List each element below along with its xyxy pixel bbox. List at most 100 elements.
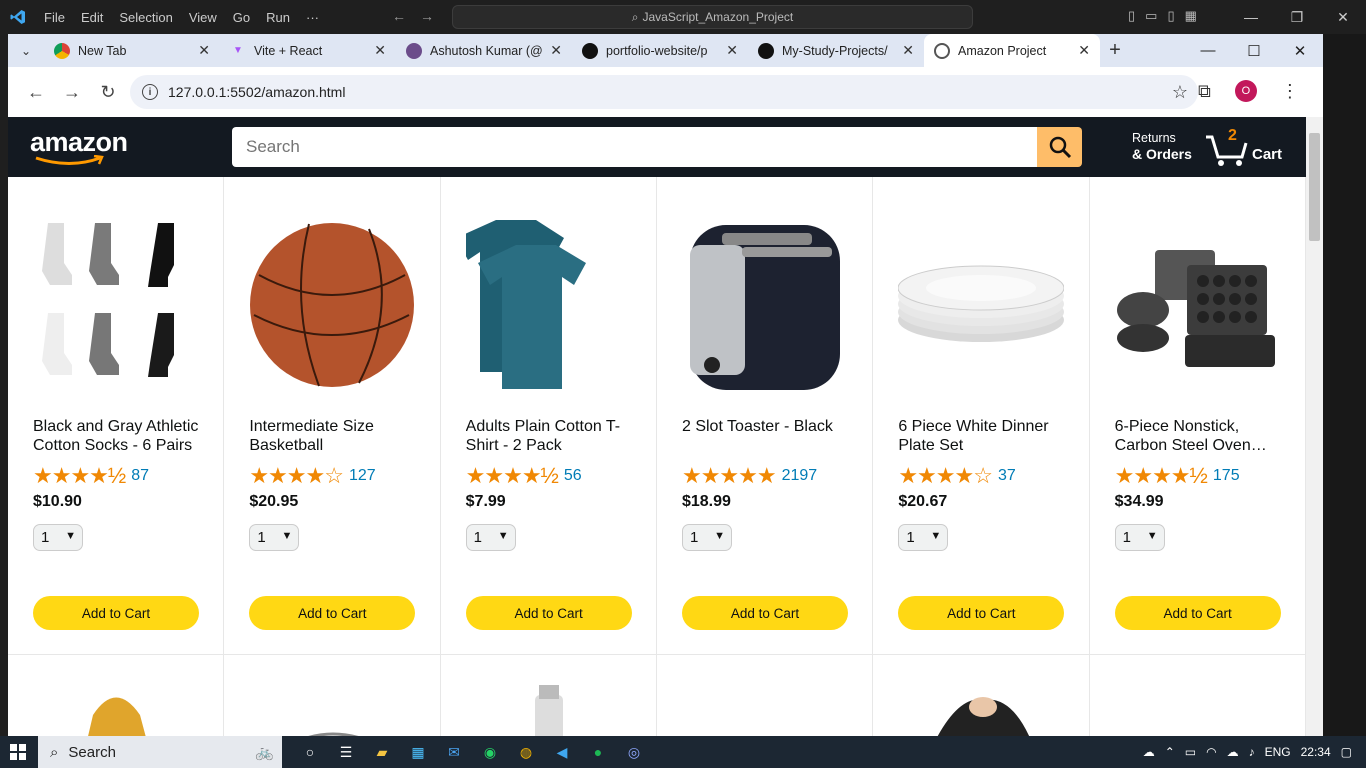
clock[interactable]: 22:34 [1301,745,1331,759]
maximize-icon[interactable]: ☐ [1231,34,1277,67]
menu-edit[interactable]: Edit [73,10,111,25]
menu-more[interactable]: ··· [298,10,327,25]
customize-layout-icon[interactable]: ▦ [1185,8,1197,24]
close-tab-icon[interactable]: ✕ [550,42,562,59]
tab-amazon-project[interactable]: Amazon Project ✕ [924,34,1100,67]
menu-run[interactable]: Run [258,10,298,25]
minimize-icon[interactable]: — [1185,34,1231,67]
bookmark-star-icon[interactable]: ☆ [1172,82,1188,103]
product-name[interactable]: 2 Slot Toaster - Black [682,417,852,436]
tab-portfolio[interactable]: portfolio-website/p ✕ [572,34,748,67]
globe-icon [934,42,950,59]
add-to-cart-button[interactable]: Add to Cart [33,596,199,630]
rating-count[interactable]: 37 [998,467,1016,485]
site-info-icon[interactable]: i [142,84,158,100]
address-bar[interactable]: i 127.0.0.1:5502/amazon.html ☆ [130,75,1198,109]
taskbar-search[interactable]: ⌕ Search 🚲 [38,736,282,768]
task-view-icon[interactable]: ○ [300,742,320,762]
toggle-panel-icon[interactable]: ▭ [1145,8,1157,24]
rating-count[interactable]: 87 [131,467,149,485]
add-to-cart-button[interactable]: Add to Cart [681,596,848,630]
rating-count[interactable]: 127 [349,467,376,485]
browser-toolbar: ← → ↻ i 127.0.0.1:5502/amazon.html ☆ ⧉ O… [8,67,1323,117]
menu-go[interactable]: Go [225,10,258,25]
spotify-icon[interactable]: ● [588,742,608,762]
product-name[interactable]: 6-Piece Nonstick, Carbon Steel Oven… [1115,417,1285,455]
chrome-icon[interactable]: ◍ [516,742,536,762]
extensions-puzzle-icon[interactable]: ⧉ [1198,81,1211,102]
menu-file[interactable]: File [36,10,73,25]
rating-count[interactable]: 175 [1213,467,1240,485]
quantity-select[interactable]: 1 ▼ [33,524,83,551]
volume-icon[interactable]: ♪ [1249,745,1255,759]
rating-count[interactable]: 2197 [782,467,818,485]
notification-icon[interactable]: ▢ [1341,745,1352,759]
onedrive-icon[interactable]: ☁ [1227,745,1239,759]
microsoft-store-icon[interactable]: ▦ [408,742,428,762]
add-to-cart-button[interactable]: Add to Cart [1114,596,1281,630]
app-icon[interactable]: ◎ [624,742,644,762]
close-tab-icon[interactable]: ✕ [726,42,738,59]
search-button[interactable] [1037,127,1082,167]
vscode-icon[interactable]: ◀ [552,742,572,762]
add-to-cart-button[interactable]: Add to Cart [249,596,416,630]
product-name[interactable]: Adults Plain Cotton T-Shirt - 2 Pack [466,417,636,455]
tab-search-chevron-icon[interactable]: ⌄ [8,34,44,67]
menu-selection[interactable]: Selection [111,10,180,25]
add-to-cart-button[interactable]: Add to Cart [465,596,632,630]
toggle-sidebar-icon[interactable]: ▯ [1128,8,1135,24]
back-icon[interactable]: ← [18,82,54,103]
new-tab-plus-icon[interactable]: + [1100,39,1130,62]
tab-new-tab[interactable]: New Tab ✕ [44,34,220,67]
quantity-select[interactable]: 1 ▼ [1114,524,1165,551]
rating-count[interactable]: 56 [564,467,582,485]
restore-icon[interactable]: ❐ [1274,0,1320,34]
tab-title: Amazon Project [958,43,1047,58]
language-indicator[interactable]: ENG [1265,745,1291,759]
profile-avatar[interactable]: O [1234,80,1257,102]
widgets-icon[interactable]: ☰ [336,742,356,762]
add-to-cart-button[interactable]: Add to Cart [898,596,1065,630]
file-explorer-icon[interactable]: ▰ [372,742,392,762]
quantity-select[interactable]: 1 ▼ [465,524,516,551]
battery-icon[interactable]: ▭ [1185,745,1196,759]
quantity-select[interactable]: 1 ▼ [249,524,300,551]
mail-icon[interactable]: ✉ [444,742,464,762]
forward-icon[interactable]: → [54,82,90,103]
more-menu-icon[interactable]: ⋮ [1281,81,1299,102]
wifi-icon[interactable]: ◠ [1206,745,1216,759]
close-icon[interactable]: ✕ [1277,34,1323,67]
product-name[interactable]: Intermediate Size Basketball [249,417,419,455]
whatsapp-icon[interactable]: ◉ [480,742,500,762]
amazon-logo[interactable]: amazon [30,127,128,165]
close-tab-icon[interactable]: ✕ [374,42,386,59]
minimize-icon[interactable]: — [1228,0,1274,34]
back-arrow-icon[interactable]: ← [392,8,406,24]
product-name[interactable]: Black and Gray Athletic Cotton Socks - 6… [33,417,203,455]
quantity-select[interactable]: 1 ▼ [681,524,732,551]
page-scrollbar[interactable] [1306,117,1323,736]
search-input[interactable] [232,127,1037,167]
windows-start-icon[interactable] [0,744,36,760]
cart-link[interactable]: 2 Cart [1204,127,1282,167]
tab-title: My-Study-Projects/ [782,43,888,58]
quantity-select[interactable]: 1 ▼ [898,524,949,551]
close-tab-icon[interactable]: ✕ [1078,42,1090,59]
close-tab-icon[interactable]: ✕ [902,42,914,59]
product-name[interactable]: 6 Piece White Dinner Plate Set [898,417,1068,455]
toggle-secondary-sidebar-icon[interactable]: ▯ [1167,8,1174,24]
command-center-search[interactable]: ⌕ JavaScript_Amazon_Project [452,5,973,29]
menu-view[interactable]: View [181,10,225,25]
product-rating: ★★★★★ 2197 [682,463,817,489]
tab-vite-react[interactable]: ▼ Vite + React ✕ [220,34,396,67]
tab-ashutosh[interactable]: Ashutosh Kumar (@ ✕ [396,34,572,67]
tab-study-projects[interactable]: My-Study-Projects/ ✕ [748,34,924,67]
weather-icon[interactable]: ☁ [1143,745,1155,759]
reload-icon[interactable]: ↻ [90,82,126,103]
scrollbar-thumb[interactable] [1309,133,1320,241]
show-hidden-icons-chevron-icon[interactable]: ⌃ [1165,745,1175,759]
close-tab-icon[interactable]: ✕ [198,42,210,59]
forward-arrow-icon[interactable]: → [420,8,434,24]
close-icon[interactable]: ✕ [1320,0,1366,34]
returns-orders-link[interactable]: Returns & Orders [1132,130,1192,162]
